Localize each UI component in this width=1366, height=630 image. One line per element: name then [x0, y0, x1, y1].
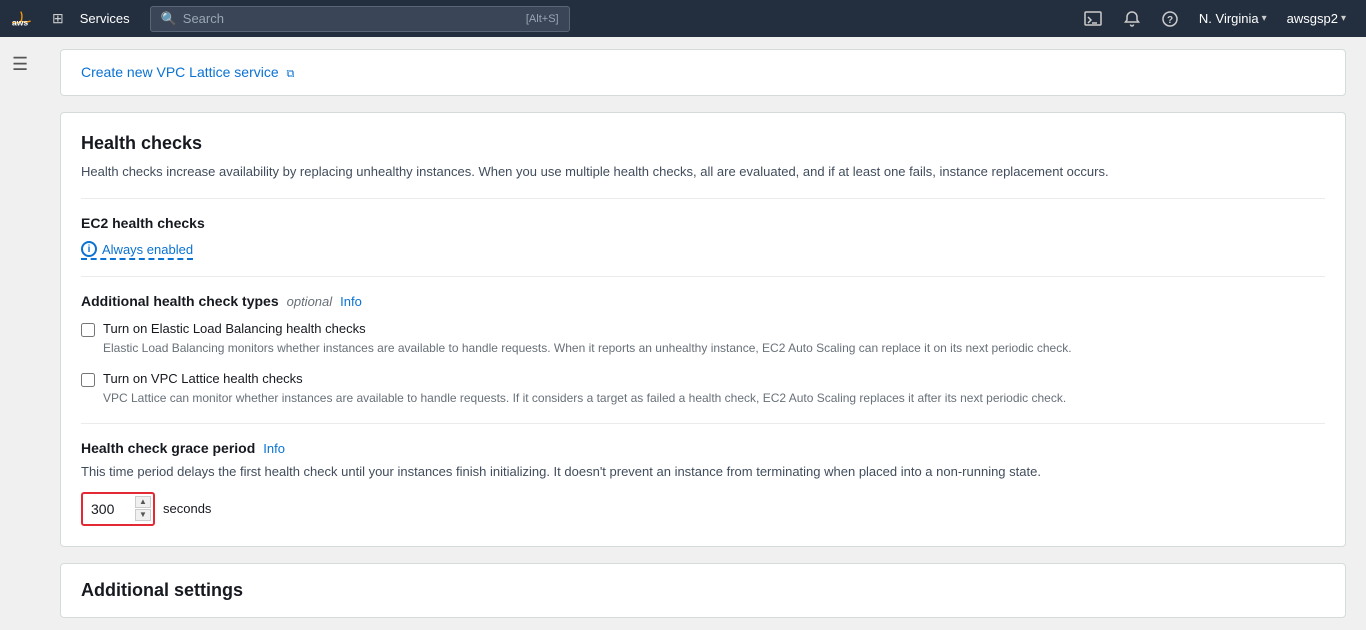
- services-nav[interactable]: Services: [72, 11, 138, 26]
- search-icon: 🔍: [161, 11, 177, 27]
- elb-checkbox-content: Turn on Elastic Load Balancing health ch…: [103, 321, 1072, 357]
- ec2-health-checks-label: EC2 health checks: [81, 215, 1325, 231]
- aws-logo[interactable]: aws: [12, 9, 44, 29]
- additional-settings-panel: Additional settings: [60, 563, 1346, 618]
- main-content: Create new VPC Lattice service ⧉ Health …: [40, 37, 1366, 630]
- grace-period-desc: This time period delays the first health…: [81, 462, 1325, 482]
- divider-2: [81, 276, 1325, 277]
- help-button[interactable]: ?: [1153, 6, 1187, 32]
- vpc-lattice-checkbox-content: Turn on VPC Lattice health checks VPC La…: [103, 371, 1066, 407]
- terminal-button[interactable]: [1075, 5, 1111, 33]
- divider-1: [81, 198, 1325, 199]
- additional-health-checks-header: Additional health check types optional I…: [81, 293, 1325, 309]
- always-enabled-link[interactable]: i Always enabled: [81, 241, 193, 260]
- spinner-up-button[interactable]: ▲: [135, 496, 151, 508]
- vpc-lattice-checkbox-label: Turn on VPC Lattice health checks: [103, 371, 1066, 386]
- grace-period-input-row: ▲ ▼ seconds: [81, 492, 1325, 526]
- spinner-down-button[interactable]: ▼: [135, 509, 151, 521]
- services-label: Services: [80, 11, 130, 26]
- top-navigation: aws ⊞ Services 🔍 [Alt+S]: [0, 0, 1366, 37]
- grace-period-section: Health check grace period Info This time…: [81, 440, 1325, 526]
- nav-right: ? N. Virginia ▾ awsgsp2 ▾: [1075, 5, 1354, 33]
- external-link-icon: ⧉: [287, 68, 295, 80]
- grace-period-spinner-wrapper: ▲ ▼: [81, 492, 155, 526]
- region-label: N. Virginia: [1199, 11, 1259, 26]
- elb-checkbox-label: Turn on Elastic Load Balancing health ch…: [103, 321, 1072, 336]
- user-label: awsgsp2: [1287, 11, 1338, 26]
- user-caret: ▾: [1341, 13, 1346, 24]
- search-input[interactable]: [183, 11, 526, 26]
- health-checks-description: Health checks increase availability by r…: [81, 162, 1325, 182]
- additional-settings-title: Additional settings: [81, 580, 1325, 601]
- additional-health-checks-label: Additional health check types: [81, 293, 279, 309]
- vpc-lattice-checkbox-item: Turn on VPC Lattice health checks VPC La…: [81, 371, 1325, 407]
- vpc-lattice-text: Create new VPC Lattice service: [81, 64, 279, 80]
- additional-info-button[interactable]: Info: [340, 294, 362, 309]
- grace-period-label: Health check grace period: [81, 440, 255, 456]
- svg-text:?: ?: [1167, 15, 1173, 26]
- always-enabled-info-circle: i: [81, 241, 97, 257]
- health-checks-title: Health checks: [81, 133, 1325, 154]
- hamburger-icon: ☰: [12, 54, 28, 74]
- elb-checkbox-item: Turn on Elastic Load Balancing health ch…: [81, 321, 1325, 357]
- elb-checkbox-desc: Elastic Load Balancing monitors whether …: [103, 339, 1072, 357]
- vpc-lattice-checkbox-desc: VPC Lattice can monitor whether instance…: [103, 389, 1066, 407]
- region-selector[interactable]: N. Virginia ▾: [1191, 11, 1275, 26]
- search-shortcut: [Alt+S]: [526, 13, 559, 25]
- vpc-lattice-checkbox[interactable]: [81, 373, 95, 387]
- elb-checkbox[interactable]: [81, 323, 95, 337]
- divider-3: [81, 423, 1325, 424]
- sidebar-toggle[interactable]: ☰: [8, 50, 32, 79]
- vpc-lattice-link[interactable]: Create new VPC Lattice service ⧉: [81, 64, 294, 80]
- region-caret: ▾: [1262, 13, 1267, 24]
- user-menu[interactable]: awsgsp2 ▾: [1279, 11, 1354, 26]
- health-checks-panel: Health checks Health checks increase ava…: [60, 112, 1346, 547]
- grace-period-header: Health check grace period Info: [81, 440, 1325, 456]
- grace-period-info-button[interactable]: Info: [263, 441, 285, 456]
- optional-tag: optional: [287, 294, 333, 309]
- seconds-label: seconds: [163, 501, 211, 516]
- spinner-buttons: ▲ ▼: [135, 494, 151, 524]
- notifications-button[interactable]: [1115, 6, 1149, 32]
- always-enabled-text: Always enabled: [102, 242, 193, 257]
- grid-icon: ⊞: [52, 10, 64, 27]
- vpc-lattice-bar: Create new VPC Lattice service ⧉: [60, 49, 1346, 96]
- svg-text:aws: aws: [12, 17, 28, 27]
- search-bar[interactable]: 🔍 [Alt+S]: [150, 6, 570, 32]
